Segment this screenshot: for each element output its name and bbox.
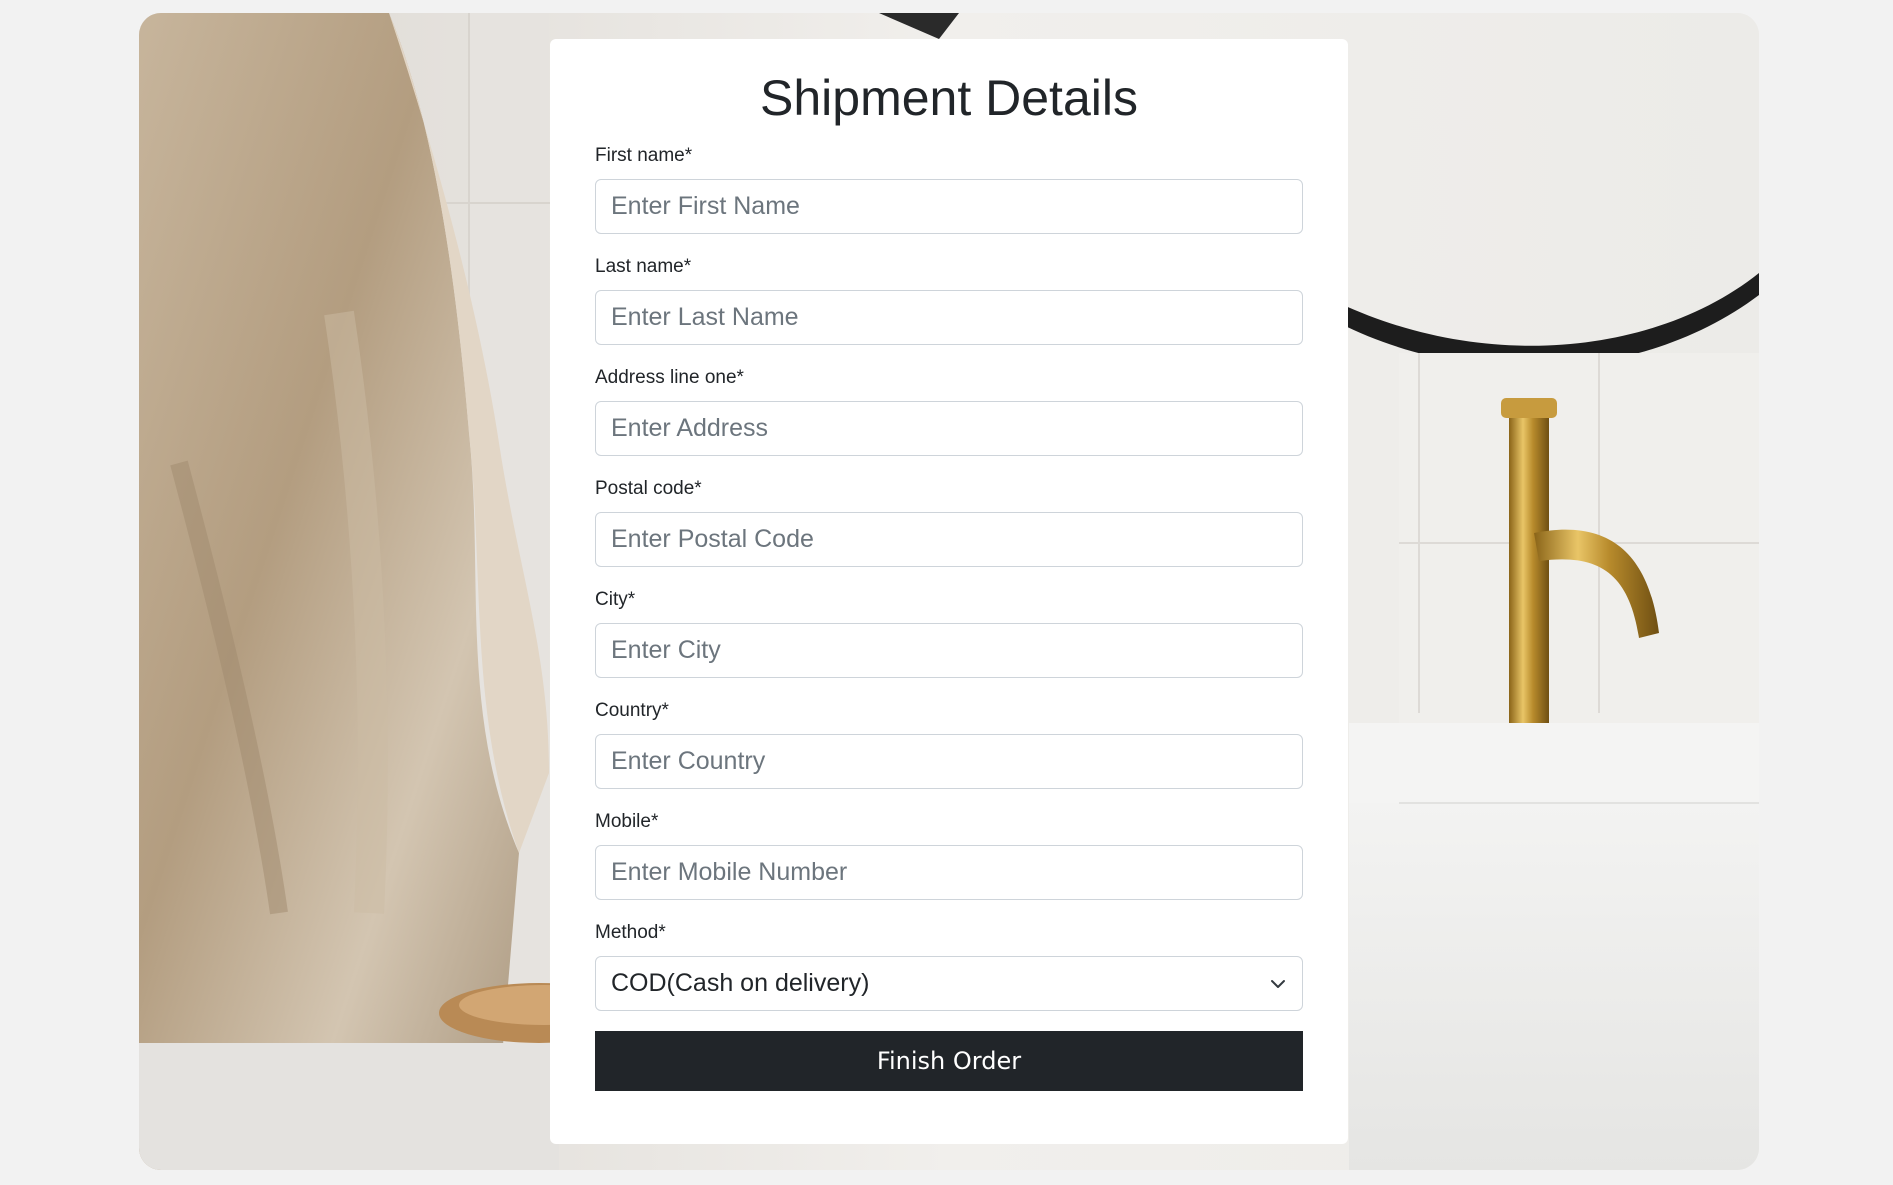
city-label: City*	[595, 589, 636, 610]
method-selected-value: COD(Cash on delivery)	[611, 969, 870, 997]
postal-code-input[interactable]	[595, 512, 1303, 567]
country-input[interactable]	[595, 734, 1303, 789]
finish-order-button[interactable]: Finish Order	[595, 1031, 1303, 1091]
mobile-input[interactable]	[595, 845, 1303, 900]
first-name-input[interactable]	[595, 179, 1303, 234]
address-input[interactable]	[595, 401, 1303, 456]
country-label: Country*	[595, 700, 669, 721]
address-label: Address line one*	[595, 367, 744, 388]
method-select[interactable]: COD(Cash on delivery)	[595, 956, 1303, 1011]
mobile-label: Mobile*	[595, 811, 659, 832]
country-group: Country*	[595, 700, 1303, 789]
city-input[interactable]	[595, 623, 1303, 678]
address-group: Address line one*	[595, 367, 1303, 456]
last-name-label: Last name*	[595, 256, 692, 277]
form-title: Shipment Details	[760, 70, 1138, 126]
postal-code-group: Postal code*	[595, 478, 1303, 567]
method-label: Method*	[595, 922, 666, 943]
method-group: Method* COD(Cash on delivery)	[595, 922, 1303, 1011]
mobile-group: Mobile*	[595, 811, 1303, 900]
first-name-label: First name*	[595, 145, 693, 166]
chevron-down-icon	[1269, 975, 1287, 993]
first-name-group: First name*	[595, 145, 1303, 234]
shipment-form-card: Shipment Details First name* Last name* …	[550, 39, 1348, 1144]
city-group: City*	[595, 589, 1303, 678]
last-name-input[interactable]	[595, 290, 1303, 345]
last-name-group: Last name*	[595, 256, 1303, 345]
postal-code-label: Postal code*	[595, 478, 702, 499]
